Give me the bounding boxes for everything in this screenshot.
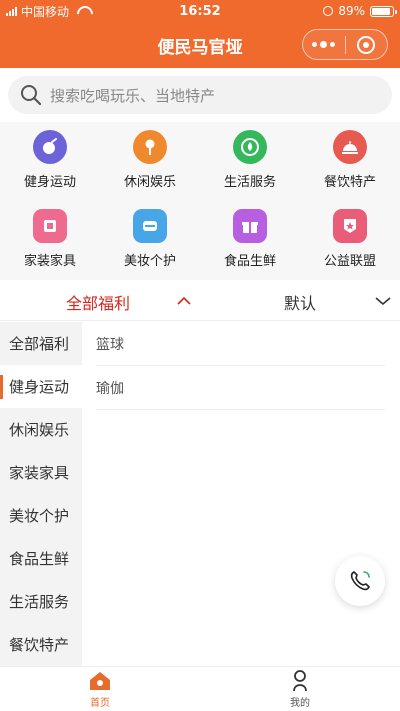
service-drop-icon: [233, 130, 267, 164]
category-label: 美妆个护: [123, 254, 176, 269]
battery-icon: [370, 5, 397, 17]
close-miniapp-icon[interactable]: [346, 35, 388, 54]
tab-mine-label: 我的: [290, 697, 310, 709]
category-label: 餐饮特产: [323, 175, 376, 190]
battery-percent: 89%: [338, 4, 365, 18]
category-furniture[interactable]: 家装家具: [0, 201, 100, 280]
category-beauty[interactable]: 美妆个护: [100, 201, 200, 280]
user-icon: [293, 669, 307, 691]
search-area: 搜索吃喝玩乐、当地特产: [0, 68, 400, 122]
category-dining[interactable]: 餐饮特产: [300, 122, 400, 201]
sidebar-item[interactable]: 全部福利: [0, 322, 82, 365]
category-filter-label: 全部福利: [66, 293, 131, 313]
filter-bar: 全部福利 默认: [0, 283, 400, 321]
category-filter-dropdown[interactable]: 全部福利: [0, 283, 200, 321]
makeup-icon: [133, 209, 167, 243]
sort-label: 默认: [284, 293, 317, 313]
tab-bar: 首页 我的: [0, 666, 400, 711]
sort-dropdown[interactable]: 默认: [200, 283, 400, 321]
category-grid: 健身运动 休闲娱乐 生活服务 餐饮特产 家装家具 美妆个护 食品生鲜 公益联盟: [0, 122, 400, 280]
app-header: 中国移动 16:52 89% 便民马官垭: [0, 0, 400, 68]
list-item[interactable]: 篮球: [96, 322, 385, 366]
category-sidebar: 全部福利 健身运动 休闲娱乐 家装家具 美妆个护 食品生鲜 生活服务 餐饮特产: [0, 322, 82, 666]
phone-icon: [350, 571, 370, 591]
tab-home[interactable]: 首页: [0, 667, 200, 711]
home-icon: [90, 671, 110, 690]
chevron-down-icon: [375, 296, 391, 305]
nav-bar: 便民马官垭: [0, 22, 400, 68]
microphone-icon: [133, 130, 167, 164]
gift-icon: [233, 209, 267, 243]
category-food[interactable]: 食品生鲜: [200, 201, 300, 280]
sidebar-item[interactable]: 生活服务: [0, 580, 82, 623]
dining-cloche-icon: [333, 130, 367, 164]
sidebar-item[interactable]: 美妆个护: [0, 494, 82, 537]
sidebar-item[interactable]: 食品生鲜: [0, 537, 82, 580]
category-label: 休闲娱乐: [123, 175, 176, 190]
tab-mine[interactable]: 我的: [200, 667, 400, 711]
sidebar-item-active[interactable]: 健身运动: [0, 365, 82, 408]
category-life-service[interactable]: 生活服务: [200, 122, 300, 201]
charity-badge-icon: [333, 209, 367, 243]
category-fitness[interactable]: 健身运动: [0, 122, 100, 201]
category-label: 家装家具: [23, 254, 76, 269]
list-item[interactable]: 瑜伽: [96, 366, 385, 410]
subcategory-list: 篮球 瑜伽: [82, 322, 400, 410]
rotation-lock-icon: [323, 6, 334, 16]
sidebar-item[interactable]: 休闲娱乐: [0, 408, 82, 451]
search-icon: [21, 85, 42, 106]
furniture-icon: [33, 209, 67, 243]
sidebar-item[interactable]: 家装家具: [0, 451, 82, 494]
category-label: 健身运动: [23, 175, 76, 190]
miniapp-capsule: [302, 29, 388, 60]
call-button[interactable]: [335, 556, 385, 606]
chevron-up-icon: [177, 296, 191, 305]
category-charity[interactable]: 公益联盟: [300, 201, 400, 280]
sidebar-item[interactable]: 餐饮特产: [0, 623, 82, 666]
category-label: 生活服务: [223, 175, 276, 190]
tab-home-label: 首页: [90, 697, 110, 709]
page-title: 便民马官垭: [157, 37, 243, 58]
carrier-label: 中国移动: [21, 4, 70, 19]
wifi-icon: [77, 6, 89, 16]
more-icon[interactable]: [303, 40, 345, 48]
status-time: 16:52: [179, 3, 221, 19]
category-entertainment[interactable]: 休闲娱乐: [100, 122, 200, 201]
signal-icon: [6, 6, 17, 16]
fitness-icon: [33, 130, 67, 164]
search-input[interactable]: 搜索吃喝玩乐、当地特产: [8, 76, 392, 114]
status-bar: 中国移动 16:52 89%: [0, 0, 400, 22]
category-label: 食品生鲜: [223, 254, 276, 269]
search-placeholder: 搜索吃喝玩乐、当地特产: [50, 86, 216, 105]
category-label: 公益联盟: [323, 254, 376, 269]
